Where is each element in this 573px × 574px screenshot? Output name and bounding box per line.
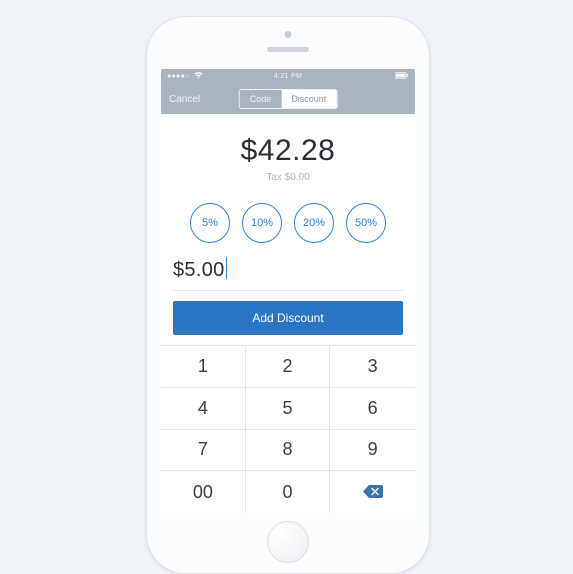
phone-camera-dot bbox=[285, 31, 292, 38]
wifi-icon bbox=[194, 72, 203, 81]
key-6[interactable]: 6 bbox=[330, 388, 415, 430]
code-discount-segmented: Code Discount bbox=[239, 89, 338, 109]
screen: ●●●●○ 4:21 PM Cancel Code Discount $42.2… bbox=[161, 69, 415, 513]
key-2[interactable]: 2 bbox=[246, 346, 331, 388]
preset-20pct[interactable]: 20% bbox=[294, 203, 334, 243]
backspace-icon bbox=[363, 482, 383, 503]
key-backspace[interactable] bbox=[330, 471, 415, 513]
key-00[interactable]: 00 bbox=[161, 471, 246, 513]
add-discount-button[interactable]: Add Discount bbox=[173, 301, 403, 335]
status-bar: ●●●●○ 4:21 PM bbox=[161, 69, 415, 84]
key-3[interactable]: 3 bbox=[330, 346, 415, 388]
order-total: $42.28 bbox=[161, 134, 415, 168]
key-7[interactable]: 7 bbox=[161, 430, 246, 472]
tax-label: Tax $0.00 bbox=[161, 172, 415, 183]
preset-10pct[interactable]: 10% bbox=[242, 203, 282, 243]
phone-frame: ●●●●○ 4:21 PM Cancel Code Discount $42.2… bbox=[146, 16, 430, 574]
key-1[interactable]: 1 bbox=[161, 346, 246, 388]
preset-50pct[interactable]: 50% bbox=[346, 203, 386, 243]
battery-icon bbox=[395, 72, 409, 81]
cancel-button[interactable]: Cancel bbox=[169, 94, 200, 105]
discount-amount-value: $5.00 bbox=[173, 257, 225, 290]
preset-5pct[interactable]: 5% bbox=[190, 203, 230, 243]
text-caret bbox=[226, 257, 227, 279]
key-5[interactable]: 5 bbox=[246, 388, 331, 430]
numeric-keypad: 1 2 3 4 5 6 7 8 9 00 0 bbox=[161, 345, 415, 513]
phone-speaker bbox=[267, 47, 309, 52]
segment-discount[interactable]: Discount bbox=[281, 90, 336, 108]
nav-bar: Cancel Code Discount bbox=[161, 84, 415, 114]
home-button[interactable] bbox=[267, 521, 309, 563]
segment-code[interactable]: Code bbox=[240, 90, 282, 108]
divider bbox=[173, 290, 403, 291]
percent-presets: 5% 10% 20% 50% bbox=[161, 195, 415, 257]
key-0[interactable]: 0 bbox=[246, 471, 331, 513]
discount-amount-field[interactable]: $5.00 bbox=[161, 257, 415, 290]
amount-block: $42.28 Tax $0.00 bbox=[161, 114, 415, 195]
key-4[interactable]: 4 bbox=[161, 388, 246, 430]
key-9[interactable]: 9 bbox=[330, 430, 415, 472]
key-8[interactable]: 8 bbox=[246, 430, 331, 472]
signal-dots-icon: ●●●●○ bbox=[167, 73, 190, 80]
